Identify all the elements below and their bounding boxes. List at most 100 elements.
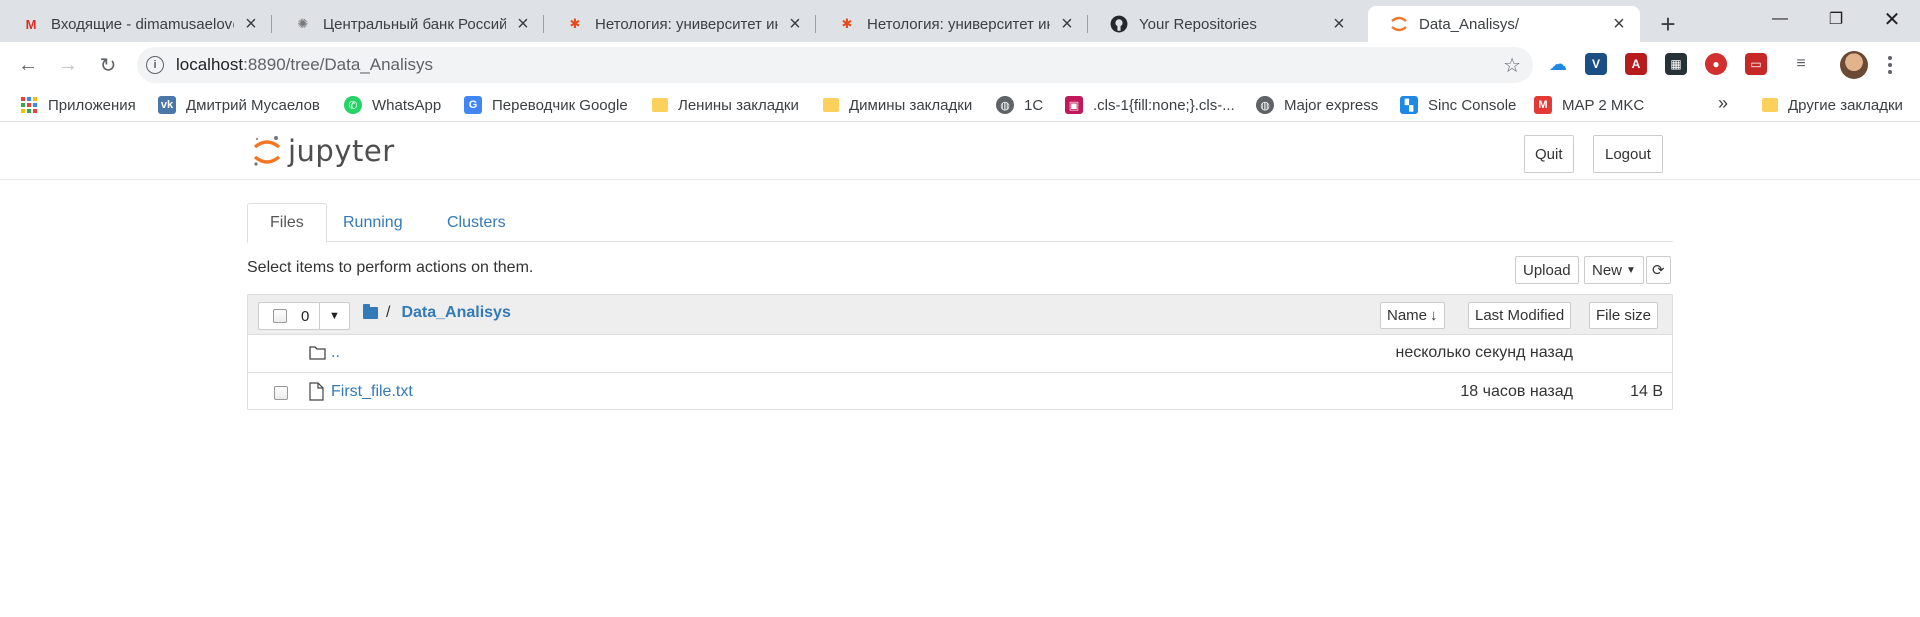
cloud-extension-icon[interactable]: ☁	[1547, 53, 1569, 75]
file-list-header: 0 ▼ / Data_Analisys Name ↓ Last Modified…	[248, 295, 1672, 335]
close-icon[interactable]: ×	[784, 13, 806, 35]
image-icon: ▣	[1065, 96, 1083, 114]
bookmark-label: Переводчик Google	[492, 96, 628, 114]
quit-button[interactable]: Quit	[1524, 135, 1574, 173]
bookmark-folder[interactable]: Димины закладки	[823, 93, 972, 117]
back-icon[interactable]: ←	[12, 49, 44, 81]
select-all-control[interactable]: 0	[258, 302, 320, 330]
item-size: 14 B	[1630, 383, 1663, 400]
address-bar[interactable]: i localhost:8890/tree/Data_Analisys ☆	[137, 47, 1533, 83]
info-icon[interactable]: i	[146, 56, 164, 74]
logout-button[interactable]: Logout	[1593, 135, 1663, 173]
bookmark-item[interactable]: ✆ WhatsApp	[344, 93, 441, 117]
select-dropdown-button[interactable]: ▼	[320, 302, 350, 330]
red-extension-icon[interactable]: ▭	[1745, 53, 1767, 75]
new-tab-button[interactable]: +	[1652, 8, 1684, 40]
bookmarks-bar: Приложения vk Дмитрий Мусаелов ✆ WhatsAp…	[0, 88, 1920, 122]
globe-icon: ◍	[1256, 96, 1274, 114]
sort-name-button[interactable]: Name ↓	[1380, 302, 1445, 329]
tab-files[interactable]: Files	[247, 203, 327, 243]
browser-tab[interactable]: ✺ Центральный банк Российской Федерации …	[272, 6, 544, 42]
select-all-checkbox[interactable]	[273, 309, 287, 323]
bookmark-item[interactable]: ▚ Sinc Console	[1400, 93, 1516, 117]
browser-tab-active[interactable]: Data_Analisys/ ×	[1368, 6, 1640, 42]
other-bookmarks-folder[interactable]: Другие закладки	[1762, 93, 1903, 117]
bookmarks-overflow-icon[interactable]: »	[1718, 93, 1728, 114]
browser-tab[interactable]: Your Repositories ×	[1088, 6, 1360, 42]
url-text: localhost:8890/tree/Data_Analisys	[176, 55, 434, 74]
bookmark-item[interactable]: vk Дмитрий Мусаелов	[158, 93, 320, 117]
netology-icon: ✱	[841, 16, 853, 31]
select-all-group: 0 ▼	[258, 302, 350, 330]
sinc-icon: ▚	[1400, 96, 1418, 114]
folder-icon[interactable]	[363, 304, 378, 319]
jupyter-logo[interactable]: jupyter	[252, 134, 395, 168]
more-menu-icon[interactable]	[1880, 51, 1900, 79]
record-extension-icon[interactable]: ●	[1705, 53, 1727, 75]
upload-button[interactable]: Upload	[1515, 256, 1579, 284]
browser-tab[interactable]: M Входящие - dimamusaelov@gmail.com ×	[0, 6, 272, 42]
breadcrumb-current-dir[interactable]: Data_Analisys	[401, 304, 510, 322]
playlist-icon[interactable]: ≡	[1790, 53, 1812, 75]
bookmark-label: MAP 2 MKC	[1562, 96, 1645, 114]
bookmark-label: Другие закладки	[1788, 96, 1903, 114]
tab-running[interactable]: Running	[321, 203, 425, 242]
media-extension-icon[interactable]: ▦	[1665, 53, 1687, 75]
bookmark-item[interactable]: Приложения	[20, 93, 136, 117]
v-extension-icon[interactable]: V	[1585, 53, 1607, 75]
bookmark-star-icon[interactable]: ☆	[1503, 53, 1521, 78]
close-icon[interactable]: ×	[512, 13, 534, 35]
avatar[interactable]	[1840, 51, 1868, 79]
refresh-button[interactable]: ⟳	[1646, 256, 1671, 284]
reload-icon[interactable]: ↻	[92, 49, 124, 81]
bookmark-label: .cls-1{fill:none;}.cls-...	[1093, 96, 1235, 114]
forward-icon[interactable]: →	[52, 49, 84, 81]
bookmark-label: WhatsApp	[372, 96, 442, 114]
tab-title: Нетология: университет интернет-професси…	[595, 15, 778, 33]
restore-icon[interactable]: ❐	[1808, 0, 1864, 38]
map-icon: M	[1534, 96, 1552, 114]
jupyter-tabs: Files Running Clusters	[247, 203, 1673, 243]
close-icon[interactable]: ×	[240, 13, 262, 35]
bookmark-item[interactable]: ▣ .cls-1{fill:none;}.cls-...	[1065, 93, 1235, 117]
sort-size-button[interactable]: File size	[1589, 302, 1659, 329]
close-icon[interactable]: ×	[1608, 13, 1630, 35]
item-name[interactable]: First_file.txt	[331, 383, 413, 401]
breadcrumb: / Data_Analisys	[363, 304, 511, 322]
folder-icon	[652, 98, 668, 112]
apps-grid-icon	[20, 96, 38, 114]
new-button[interactable]: New ▼	[1584, 256, 1644, 284]
item-modified: 18 часов назад	[1460, 383, 1573, 400]
pdf-extension-icon[interactable]: A	[1625, 53, 1647, 75]
close-icon[interactable]: ×	[1056, 13, 1078, 35]
selection-hint: Select items to perform actions on them.	[247, 259, 534, 276]
bookmark-label: Приложения	[48, 96, 136, 114]
browser-tab[interactable]: ✱ Нетология: университет интернет-профес…	[816, 6, 1088, 42]
item-modified: несколько секунд назад	[1395, 344, 1573, 361]
list-item-file[interactable]: First_file.txt 18 часов назад 14 B	[248, 374, 1672, 412]
tab-title: Your Repositories	[1139, 15, 1257, 33]
sort-modified-button[interactable]: Last Modified	[1468, 302, 1572, 329]
github-icon	[1110, 15, 1128, 33]
bookmark-folder[interactable]: Ленины закладки	[652, 93, 799, 117]
jupyter-header: jupyter Quit Logout	[0, 124, 1920, 180]
tab-title: Центральный банк Российской Федерации	[323, 15, 506, 33]
tab-title: Нетология: университет интернет-професси…	[867, 15, 1050, 33]
item-name[interactable]: ..	[331, 344, 340, 362]
tab-clusters[interactable]: Clusters	[425, 203, 528, 242]
bookmark-item[interactable]: M MAP 2 MKC	[1534, 93, 1644, 117]
list-item-parent-dir[interactable]: .. несколько секунд назад	[248, 335, 1672, 373]
browser-tab[interactable]: ✱ Нетология: университет интернет-профес…	[544, 6, 816, 42]
bookmark-item[interactable]: ◍ Major express	[1256, 93, 1378, 117]
breadcrumb-separator: /	[386, 304, 391, 321]
close-icon[interactable]: ×	[1328, 13, 1350, 35]
bookmark-item[interactable]: ◍ 1С	[996, 93, 1043, 117]
tab-title: Data_Analisys/	[1419, 15, 1520, 33]
window-close-icon[interactable]: ✕	[1864, 0, 1920, 38]
bookmark-item[interactable]: G Переводчик Google	[464, 93, 628, 117]
arrow-down-icon: ↓	[1430, 307, 1438, 324]
jupyter-wordmark: jupyter	[288, 134, 395, 168]
minimize-icon[interactable]: —	[1752, 0, 1808, 38]
item-checkbox[interactable]	[274, 386, 288, 400]
netology-icon: ✱	[569, 16, 581, 31]
